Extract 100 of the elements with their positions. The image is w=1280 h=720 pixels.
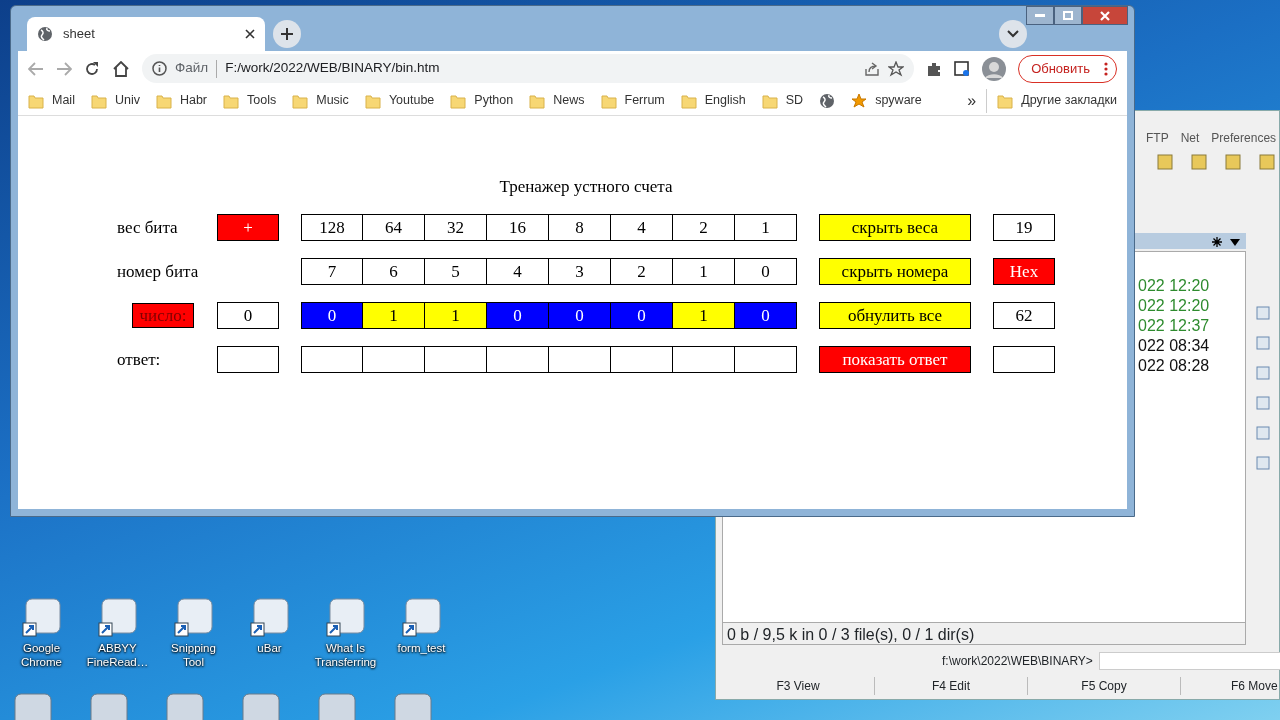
table-cell: 2 [611,257,673,285]
row-label: номер бита [117,260,199,283]
info-icon [152,61,167,76]
function-key-button[interactable]: F3 View [722,677,875,695]
bookmark-label[interactable]: Mail [52,91,75,110]
answer-field[interactable] [611,345,673,373]
bookmark-label[interactable]: Tools [247,91,277,110]
app-icon[interactable] [242,693,280,720]
menu-item[interactable]: FTP [1146,129,1169,147]
globe-icon[interactable] [819,92,836,109]
app-shortcut-icon[interactable] [21,597,62,637]
bit-toggle[interactable]: 0 [735,301,797,329]
folder-icon [292,92,309,109]
function-key-button[interactable]: F6 Move [1181,677,1278,695]
star-icon [851,92,868,109]
share-icon[interactable] [864,60,881,77]
answer-field[interactable] [549,345,611,373]
app-shortcut-icon[interactable] [173,597,214,637]
bit-toggle[interactable]: 0 [549,301,611,329]
minimize-button[interactable] [1026,6,1054,25]
function-key-button[interactable]: F4 Edit [875,677,1028,695]
value-field[interactable] [993,345,1055,373]
bookmark-label[interactable]: SD [785,91,804,110]
file-date-cell-text: 022 12:20 [1138,296,1211,316]
answer-field[interactable] [487,345,549,373]
action-button[interactable]: скрыть веса [819,213,971,241]
bookmark-label[interactable]: Univ [114,91,140,110]
bit-toggle[interactable]: 1 [673,301,735,329]
table-cell: 6 [363,257,425,285]
dropdown-arrow-icon[interactable] [1230,239,1240,246]
bookmark-label[interactable]: Music [316,91,349,110]
row-label: ответ: [117,348,161,371]
update-button[interactable]: Обновить [1018,54,1117,83]
menu-item[interactable]: Preferences [1211,129,1277,147]
app-icon[interactable] [394,693,432,720]
hex-button[interactable]: Hex [993,257,1055,285]
folder-icon [223,92,240,109]
table-cell: 1 [673,257,735,285]
close-button[interactable] [1082,6,1128,25]
home-icon[interactable] [112,60,130,77]
value-field[interactable]: 0 [217,301,279,329]
table-cell: 7 [301,257,363,285]
file-date-cell-text: 022 08:34 [1138,336,1211,356]
app-icon[interactable] [90,693,128,720]
answer-field[interactable] [363,345,425,373]
action-button[interactable]: скрыть номера [819,257,971,285]
bookmark-label[interactable]: News [553,91,585,110]
app-shortcut-icon[interactable] [325,597,366,637]
icon-label: Snipping Tool [170,641,217,670]
puzzle-icon[interactable] [926,60,943,77]
value-field[interactable]: 19 [993,213,1055,241]
asterisk-icon[interactable] [1212,237,1222,247]
answer-field[interactable] [735,345,797,373]
app-icon[interactable] [14,693,52,720]
reload-icon[interactable] [84,60,100,77]
menu-item[interactable]: Net [1180,129,1200,147]
table-cell: 2 [673,213,735,241]
answer-field[interactable] [673,345,735,373]
bookmark-label[interactable]: Python [474,91,514,110]
bit-toggle[interactable]: 0 [611,301,673,329]
table-cell: 1 [735,213,797,241]
bit-toggle[interactable]: 1 [363,301,425,329]
app-shortcut-icon[interactable] [249,597,290,637]
overflow-chevron[interactable]: » [967,88,988,113]
table-cell: 4 [611,213,673,241]
bookmark-label[interactable]: Habr [179,91,208,110]
folder-icon [680,92,697,109]
value-field[interactable] [217,345,279,373]
star-outline-icon[interactable] [888,60,905,77]
bookmark-label[interactable]: Другие закладки [1021,91,1117,110]
app-shortcut-icon[interactable] [97,597,138,637]
address-bar[interactable]: Файл F:/work/2022/WEB/BINARY/bin.htm [142,54,915,83]
path-label: f:\work\2022\WEB\BINARY> [942,653,1093,670]
answer-field[interactable] [425,345,487,373]
table-cell: 5 [425,257,487,285]
avatar-icon[interactable] [982,56,1007,81]
app-icon[interactable] [318,693,356,720]
tab-search-button[interactable] [999,20,1027,48]
value-field[interactable]: 62 [993,301,1055,329]
answer-field[interactable] [301,345,363,373]
new-tab-button[interactable] [273,20,301,48]
bit-toggle[interactable]: 1 [425,301,487,329]
icon-label: Google Chrome [20,641,63,670]
function-key-button[interactable]: F5 Copy [1028,677,1181,695]
side-panel-icon[interactable] [954,60,971,77]
plus-button[interactable]: + [217,213,279,241]
bit-toggle[interactable]: 0 [301,301,363,329]
browser-tab[interactable]: sheet [27,17,265,51]
app-shortcut-icon[interactable] [401,597,442,637]
close-icon[interactable] [245,29,255,39]
bookmark-label[interactable]: Youtube [388,91,435,110]
update-label: Обновить [1031,59,1090,78]
bookmark-label[interactable]: Ferrum [624,91,665,110]
app-icon[interactable] [166,693,204,720]
action-button[interactable]: показать ответ [819,345,971,373]
bookmark-label[interactable]: English [704,91,746,110]
maximize-button[interactable] [1054,6,1082,25]
bit-toggle[interactable]: 0 [487,301,549,329]
action-button[interactable]: обнулить все [819,301,971,329]
bookmark-label[interactable]: spyware [875,91,922,110]
